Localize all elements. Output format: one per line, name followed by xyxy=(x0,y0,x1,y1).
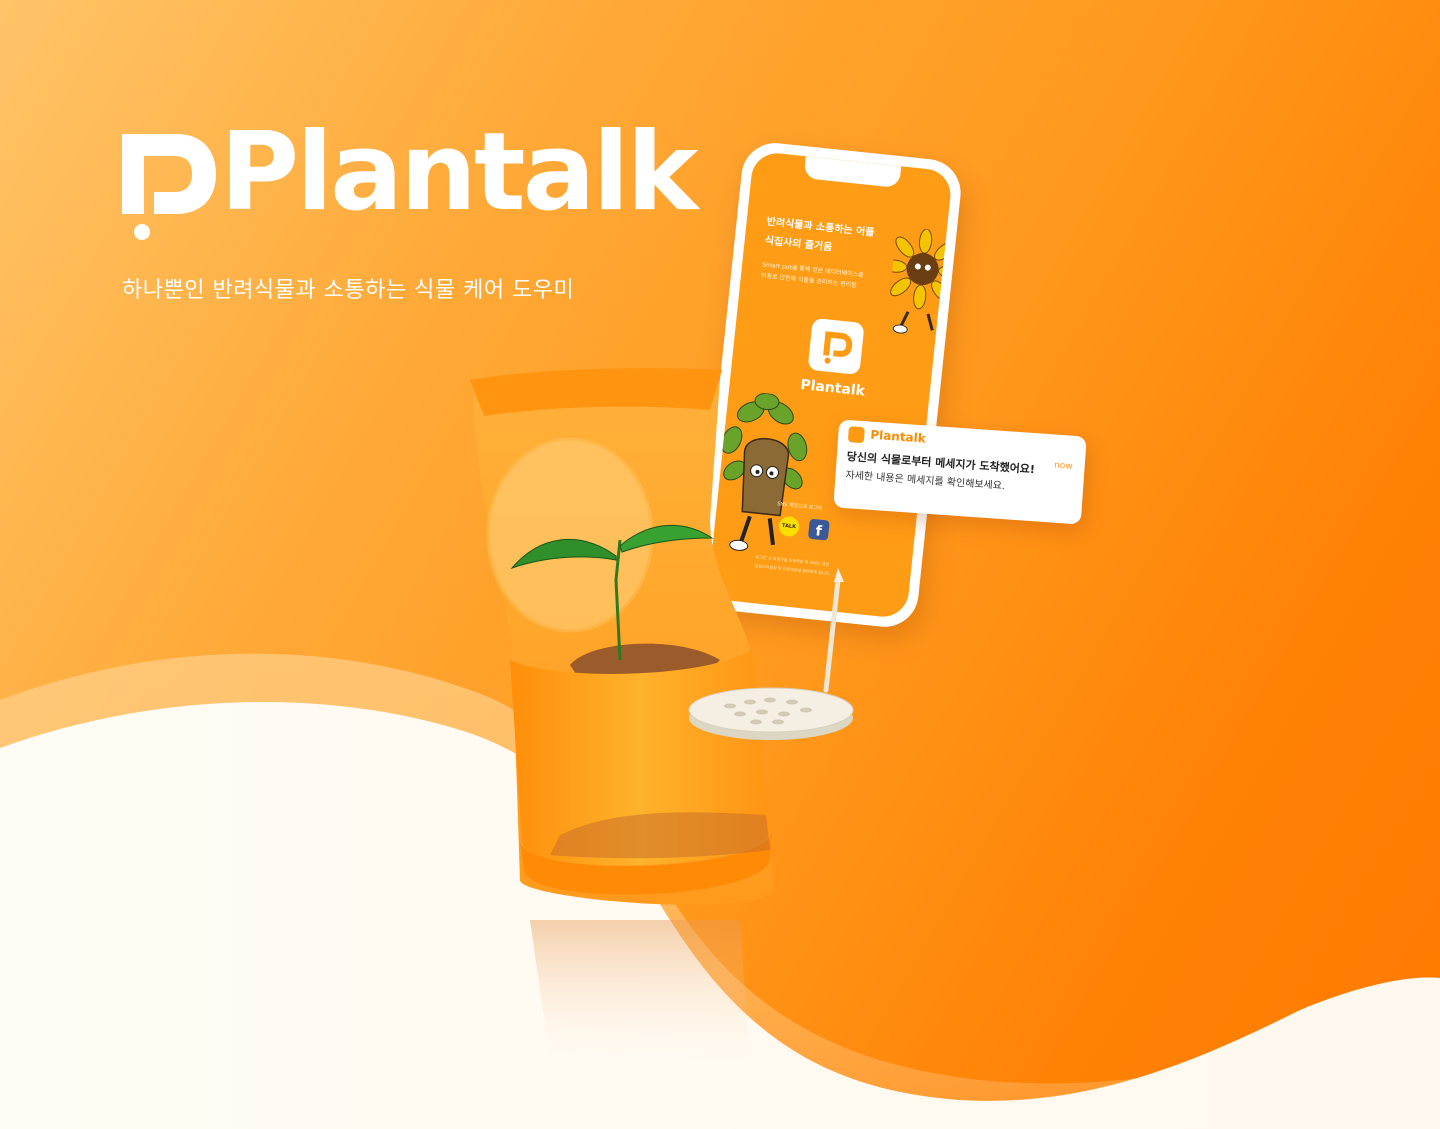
notification-app-name: Plantalk xyxy=(869,427,927,446)
notification-app-icon xyxy=(847,426,865,444)
smart-pot-illustration xyxy=(470,368,854,1060)
brand-logo: Plantalk xyxy=(118,113,698,248)
push-notification[interactable]: Plantalk now 당신의 식물로부터 메세지가 도착했어요! 자세한 내… xyxy=(833,419,1087,525)
tagline: 하나뿐인 반려식물과 소통하는 식물 케어 도우미 xyxy=(122,278,575,303)
notification-time: now xyxy=(1053,460,1073,472)
screen-heading: 반려식물과 소통하는 어플 식집사의 즐거움 xyxy=(764,213,876,262)
plantalk-logo-icon xyxy=(122,134,216,240)
brand-wordmark: Plantalk xyxy=(220,110,698,235)
screen-description: Smart pot을 통해 얻은 데이터베이스를 이용로 간편해 식물을 관리하… xyxy=(760,260,864,292)
